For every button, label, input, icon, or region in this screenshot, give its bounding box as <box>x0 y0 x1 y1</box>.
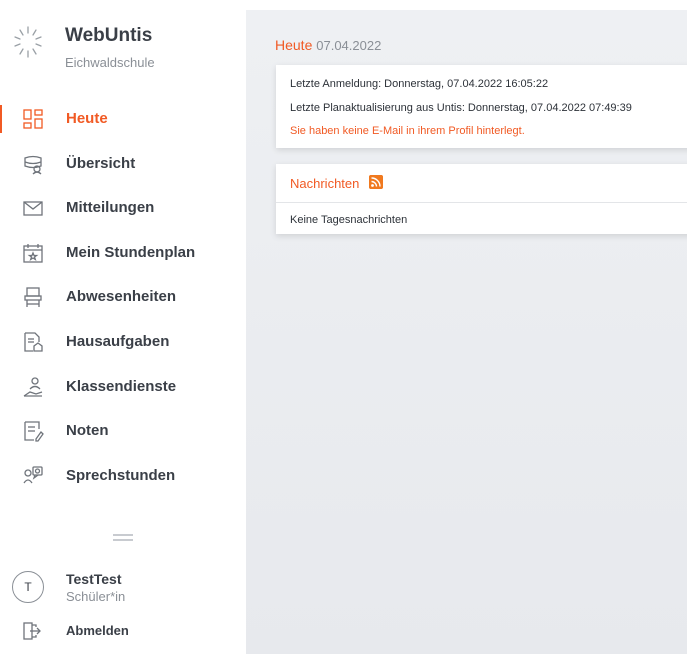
sidebar-item-hausaufgaben[interactable]: Hausaufgaben <box>0 320 246 365</box>
mail-icon <box>23 201 43 216</box>
homework-icon <box>24 332 43 352</box>
sidebar-item-label: Mitteilungen <box>66 199 155 217</box>
sidebar-item-label: Hausaufgaben <box>66 332 170 350</box>
sidebar-item-label: Noten <box>66 422 109 440</box>
logout-icon <box>23 622 41 640</box>
sidebar-nav: Heute Übersicht Mitteilungen Mein Stunde… <box>0 97 246 498</box>
calendar-icon <box>23 243 43 263</box>
sidebar-item-label: Mein Stundenplan <box>66 243 196 261</box>
sidebar-item-sprechstunden[interactable]: Sprechstunden <box>0 454 246 499</box>
consultation-icon <box>23 466 43 484</box>
page-date: 07.04.2022 <box>316 38 382 53</box>
sidebar-item-label: Abwesenheiten <box>66 288 177 306</box>
sidebar-item-label: Sprechstunden <box>66 466 176 484</box>
chair-icon <box>24 287 42 308</box>
news-title: Nachrichten <box>290 176 360 191</box>
rss-icon[interactable] <box>369 175 383 189</box>
news-header: Nachrichten <box>276 164 687 203</box>
sidebar-item-label: Heute <box>66 110 108 127</box>
sidebar-item-klassendienste[interactable]: Klassendienste <box>0 365 246 410</box>
logout-label: Abmelden <box>66 623 129 638</box>
user-name: TestTest <box>66 571 122 587</box>
user-role: Schüler*in <box>66 589 126 604</box>
sidebar-collapse-handle[interactable] <box>113 534 133 541</box>
grades-icon <box>24 421 44 442</box>
last-login-text: Letzte Anmeldung: Donnerstag, 07.04.2022… <box>290 78 549 90</box>
sidebar-item-mein-stundenplan[interactable]: Mein Stundenplan <box>0 231 246 276</box>
last-update-text: Letzte Planaktualisierung aus Untis: Don… <box>290 102 632 114</box>
sidebar-item-heute[interactable]: Heute <box>0 97 246 142</box>
sidebar-item-mitteilungen[interactable]: Mitteilungen <box>0 186 246 231</box>
sidebar-item-noten[interactable]: Noten <box>0 409 246 454</box>
webuntis-logo-icon <box>14 26 42 58</box>
school-name: Eichwaldschule <box>65 55 155 70</box>
sidebar-item-label: Klassendienste <box>66 377 177 395</box>
sidebar-item-abwesenheiten[interactable]: Abwesenheiten <box>0 275 246 320</box>
page-title: Heute 07.04.2022 <box>275 37 381 53</box>
news-card: Nachrichten Keine Tagesnachrichten <box>276 164 687 234</box>
logout-button[interactable]: Abmelden <box>0 613 246 649</box>
sidebar-item-label: Übersicht <box>66 154 136 172</box>
sidebar-item-uebersicht[interactable]: Übersicht <box>0 142 246 187</box>
avatar: T <box>12 571 44 603</box>
sidebar: WebUntis Eichwaldschule Heute Übersicht … <box>0 0 246 654</box>
user-profile[interactable]: T TestTest Schüler*in <box>12 568 242 608</box>
class-duty-icon <box>23 376 43 397</box>
main-content: Heute 07.04.2022 Letzte Anmeldung: Donne… <box>246 10 687 654</box>
dashboard-icon <box>23 109 43 129</box>
page-title-text: Heute <box>275 37 313 53</box>
login-info-card: Letzte Anmeldung: Donnerstag, 07.04.2022… <box>276 65 687 148</box>
overview-icon <box>24 155 42 175</box>
app-title: WebUntis <box>65 25 153 46</box>
email-warning-link[interactable]: Sie haben keine E-Mail in ihrem Profil h… <box>290 125 525 137</box>
news-empty-text: Keine Tagesnachrichten <box>290 214 408 226</box>
